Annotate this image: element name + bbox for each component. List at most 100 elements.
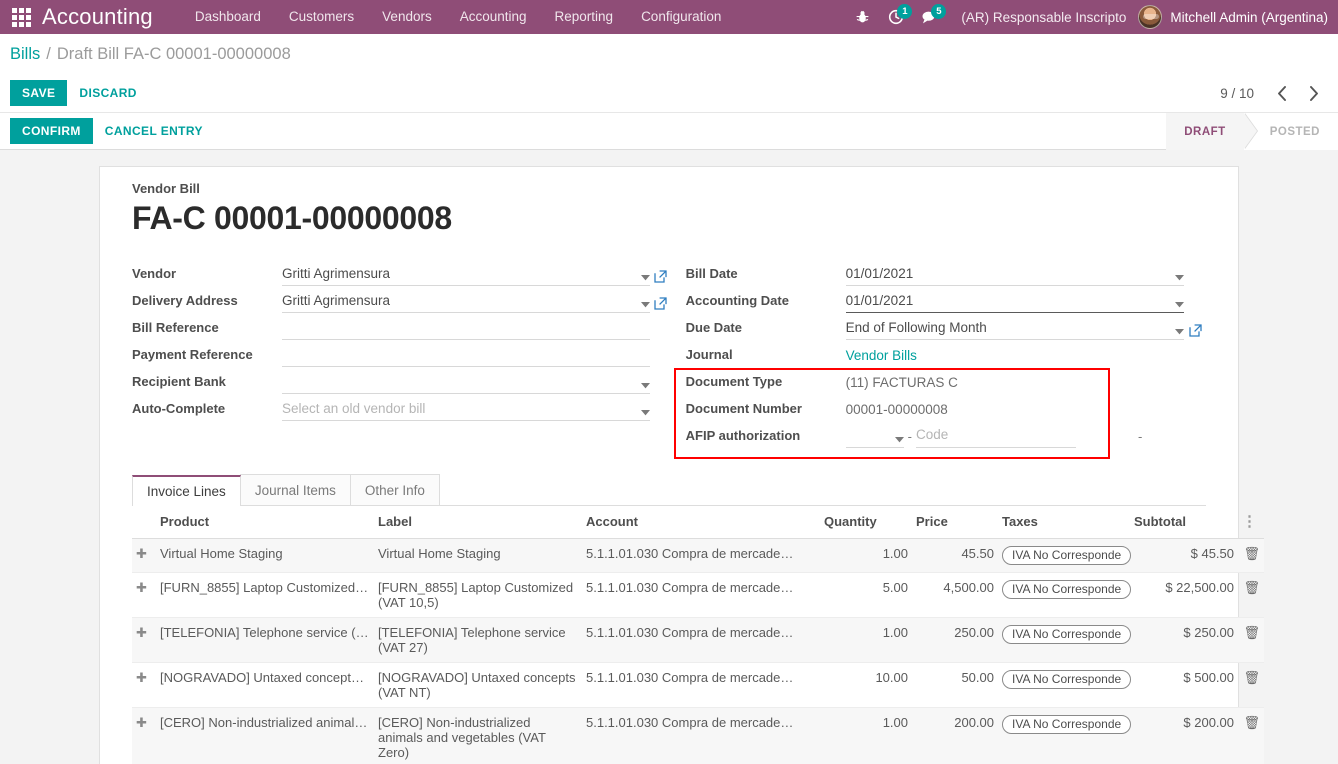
column-subtotal[interactable]: Subtotal (1130, 506, 1238, 539)
bill-reference-input[interactable] (282, 319, 650, 340)
cell-product[interactable]: [TELEFONIA] Telephone service (… (156, 617, 374, 663)
table-row[interactable]: ✚ Virtual Home Staging Virtual Home Stag… (132, 538, 1264, 573)
trash-icon[interactable]: 🗑 (1243, 580, 1260, 595)
drag-handle-icon[interactable]: ✚ (136, 546, 147, 561)
tab-journal-items[interactable]: Journal Items (239, 474, 351, 505)
messages-menu-button[interactable]: 5 (913, 0, 947, 34)
column-account[interactable]: Account (582, 506, 820, 539)
cell-price[interactable]: 4,500.00 (912, 572, 998, 618)
drag-handle-icon[interactable]: ✚ (136, 580, 147, 595)
tax-badge[interactable]: IVA No Corresponde (1002, 625, 1132, 644)
row-drag-cell[interactable]: ✚ (132, 538, 156, 573)
menu-item-configuration[interactable]: Configuration (627, 0, 735, 34)
row-drag-cell[interactable]: ✚ (132, 707, 156, 764)
column-options[interactable]: ⋮ (1238, 506, 1264, 539)
trash-icon[interactable]: 🗑 (1243, 546, 1260, 561)
cell-delete[interactable]: 🗑 (1238, 662, 1264, 708)
tax-badge[interactable]: IVA No Corresponde (1002, 670, 1132, 689)
cell-label[interactable]: Virtual Home Staging (374, 538, 582, 573)
payment-reference-input[interactable] (282, 346, 650, 367)
pager-next-button[interactable] (1300, 79, 1328, 107)
cell-taxes[interactable]: IVA No Corresponde (998, 707, 1132, 764)
cell-product[interactable]: [CERO] Non-industrialized animal… (156, 707, 374, 764)
accounting-date-dropdown-toggle[interactable] (1168, 302, 1184, 313)
accounting-date-input[interactable]: 01/01/2021 (845, 292, 1168, 313)
cell-price[interactable]: 50.00 (912, 662, 998, 708)
auto-complete-input[interactable]: Select an old vendor bill (282, 400, 634, 421)
tab-other-info[interactable]: Other Info (349, 474, 440, 505)
cell-label[interactable]: [NOGRAVADO] Untaxed concepts (VAT NT) (374, 662, 582, 708)
cell-product[interactable]: Virtual Home Staging (156, 538, 374, 573)
status-draft[interactable]: DRAFT (1166, 113, 1259, 150)
cell-quantity[interactable]: 5.00 (820, 572, 912, 618)
company-switcher[interactable]: (AR) Responsable Inscripto (947, 10, 1138, 25)
menu-item-vendors[interactable]: Vendors (368, 0, 446, 34)
tax-badge[interactable]: IVA No Corresponde (1002, 715, 1132, 734)
discard-button[interactable]: DISCARD (67, 80, 148, 106)
row-drag-cell[interactable]: ✚ (132, 617, 156, 663)
row-drag-cell[interactable]: ✚ (132, 572, 156, 618)
cell-taxes[interactable]: IVA No Corresponde (998, 572, 1132, 618)
cell-price[interactable]: 45.50 (912, 538, 998, 573)
column-taxes[interactable]: Taxes (998, 506, 1130, 539)
vendor-open-record-button[interactable] (650, 270, 672, 286)
confirm-button[interactable]: CONFIRM (10, 118, 93, 144)
column-label[interactable]: Label (374, 506, 582, 539)
debug-menu-button[interactable] (845, 0, 879, 34)
save-button[interactable]: SAVE (10, 80, 68, 106)
cell-account[interactable]: 5.1.1.01.030 Compra de mercade… (582, 617, 820, 663)
cell-quantity[interactable]: 10.00 (820, 662, 912, 708)
cell-account[interactable]: 5.1.1.01.030 Compra de mercade… (582, 538, 820, 573)
cell-product[interactable]: [NOGRAVADO] Untaxed concepts … (156, 662, 374, 708)
bill-date-input[interactable]: 01/01/2021 (845, 265, 1168, 286)
cell-account[interactable]: 5.1.1.01.030 Compra de mercade… (582, 707, 820, 764)
cell-delete[interactable]: 🗑 (1238, 572, 1264, 618)
table-row[interactable]: ✚ [NOGRAVADO] Untaxed concepts … [NOGRAV… (132, 662, 1264, 708)
cell-label[interactable]: [CERO] Non-industrialized animals and ve… (374, 707, 582, 764)
trash-icon[interactable]: 🗑 (1243, 670, 1260, 685)
cell-taxes[interactable]: IVA No Corresponde (998, 662, 1132, 708)
column-quantity[interactable]: Quantity (820, 506, 912, 539)
status-posted[interactable]: POSTED (1243, 113, 1338, 150)
cell-account[interactable]: 5.1.1.01.030 Compra de mercade… (582, 572, 820, 618)
cell-label[interactable]: [FURN_8855] Laptop Customized (VAT 10,5) (374, 572, 582, 618)
cell-delete[interactable]: 🗑 (1238, 707, 1264, 764)
tab-invoice-lines[interactable]: Invoice Lines (132, 475, 241, 506)
cell-price[interactable]: 200.00 (912, 707, 998, 764)
afip-type-select[interactable] (845, 427, 904, 448)
drag-handle-icon[interactable]: ✚ (136, 670, 147, 685)
menu-item-customers[interactable]: Customers (275, 0, 368, 34)
afip-code-input[interactable]: Code (915, 427, 1076, 448)
user-menu[interactable]: Mitchell Admin (Argentina) (1138, 5, 1334, 29)
trash-icon[interactable]: 🗑 (1243, 715, 1260, 730)
table-row[interactable]: ✚ [TELEFONIA] Telephone service (… [TELE… (132, 617, 1264, 663)
due-date-input[interactable]: End of Following Month (845, 319, 1168, 340)
delivery-address-input[interactable]: Gritti Agrimensura (282, 292, 634, 313)
table-row[interactable]: ✚ [FURN_8855] Laptop Customized … [FURN_… (132, 572, 1264, 618)
cell-delete[interactable]: 🗑 (1238, 617, 1264, 663)
cancel-entry-button[interactable]: CANCEL ENTRY (93, 118, 215, 144)
trash-icon[interactable]: 🗑 (1243, 625, 1260, 640)
column-product[interactable]: Product (156, 506, 374, 539)
cell-product[interactable]: [FURN_8855] Laptop Customized … (156, 572, 374, 618)
vertical-dots-icon[interactable]: ⋮ (1242, 513, 1257, 530)
cell-label[interactable]: [TELEFONIA] Telephone service (VAT 27) (374, 617, 582, 663)
tax-badge[interactable]: IVA No Corresponde (1002, 580, 1132, 599)
vendor-dropdown-toggle[interactable] (633, 275, 650, 286)
delivery-address-open-record-button[interactable] (650, 297, 672, 313)
apps-menu-button[interactable] (0, 0, 42, 34)
row-drag-cell[interactable]: ✚ (132, 662, 156, 708)
column-price[interactable]: Price (912, 506, 998, 539)
cell-quantity[interactable]: 1.00 (820, 707, 912, 764)
app-brand-title[interactable]: Accounting (42, 4, 181, 30)
cell-delete[interactable]: 🗑 (1238, 538, 1264, 573)
menu-item-reporting[interactable]: Reporting (541, 0, 628, 34)
activities-menu-button[interactable]: 1 (879, 0, 913, 34)
due-date-dropdown-toggle[interactable] (1168, 329, 1184, 340)
drag-handle-icon[interactable]: ✚ (136, 625, 147, 640)
cell-taxes[interactable]: IVA No Corresponde (998, 538, 1132, 573)
pager-previous-button[interactable] (1268, 79, 1296, 107)
cell-quantity[interactable]: 1.00 (820, 617, 912, 663)
cell-price[interactable]: 250.00 (912, 617, 998, 663)
journal-link[interactable]: Vendor Bills (846, 346, 1184, 367)
